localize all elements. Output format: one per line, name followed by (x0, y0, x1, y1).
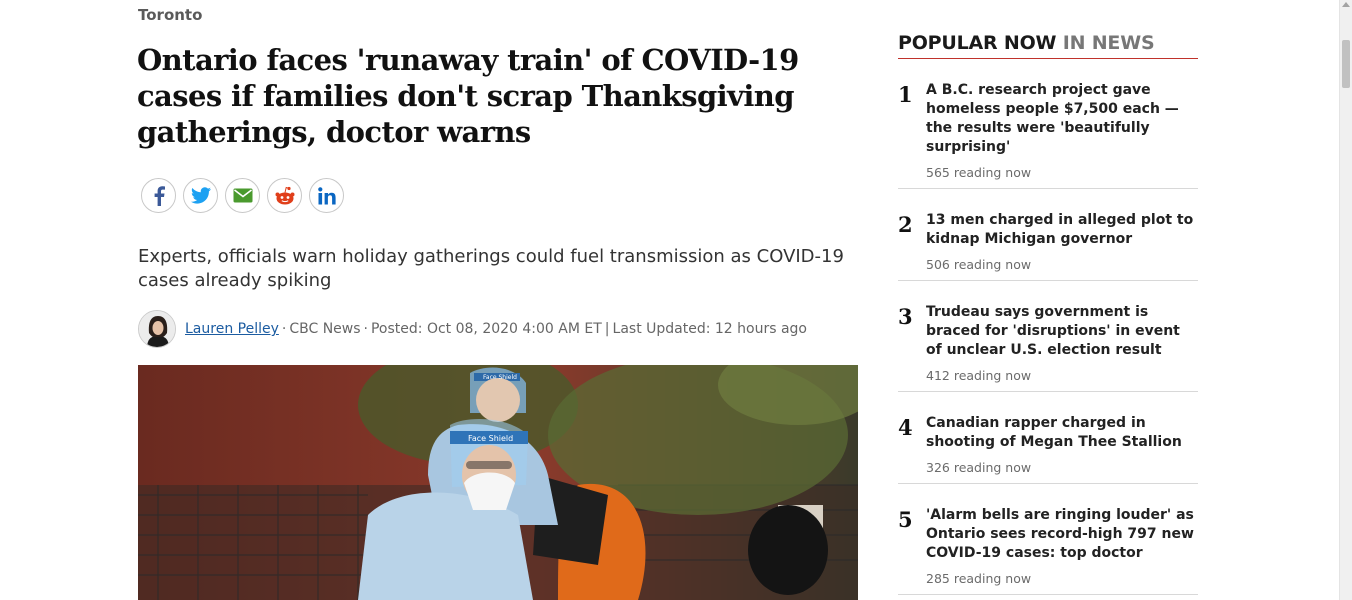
face-shield-label: Face Shield (483, 374, 517, 381)
popular-item[interactable]: 3 Trudeau says government is braced for … (898, 281, 1198, 392)
popular-item[interactable]: 4 Canadian rapper charged in shooting of… (898, 392, 1198, 484)
share-twitter-button[interactable] (183, 178, 218, 213)
share-bar (141, 178, 344, 213)
byline-posted: Posted: Oct 08, 2020 4:00 AM ET (370, 321, 602, 337)
byline-updated: Last Updated: 12 hours ago (612, 321, 807, 337)
popular-item-reading: 506 reading now (926, 257, 1032, 272)
popular-item[interactable]: 2 13 men charged in alleged plot to kidn… (898, 189, 1198, 281)
popular-item-headline[interactable]: Trudeau says government is braced for 'd… (926, 303, 1198, 360)
byline: Lauren Pelley · CBC News · Posted: Oct 0… (138, 310, 807, 348)
email-icon (233, 188, 253, 203)
popular-item-headline[interactable]: 13 men charged in alleged plot to kidnap… (926, 211, 1198, 249)
popular-item[interactable]: 5 'Alarm bells are ringing louder' as On… (898, 484, 1198, 595)
popular-item-headline[interactable]: Canadian rapper charged in shooting of M… (926, 414, 1198, 452)
popular-item[interactable]: 1 A B.C. research project gave homeless … (898, 59, 1198, 189)
popular-item-rank: 1 (898, 82, 913, 107)
share-linkedin-button[interactable] (309, 178, 344, 213)
popular-item-rank: 2 (898, 212, 913, 237)
popular-now-title: POPULAR NOW IN NEWS (898, 32, 1198, 59)
section-link[interactable]: Toronto (138, 6, 202, 24)
article-dek: Experts, officials warn holiday gatherin… (138, 246, 844, 291)
popular-now-heading: POPULAR NOW (898, 32, 1057, 54)
popular-item-reading: 412 reading now (926, 368, 1032, 383)
popular-item-reading: 326 reading now (926, 460, 1032, 475)
facebook-icon (153, 185, 165, 206)
scrollbar-thumb[interactable] (1342, 40, 1350, 88)
popular-item-reading: 565 reading now (926, 165, 1032, 180)
byline-separator: · (281, 321, 287, 337)
popular-now-sidebar: POPULAR NOW IN NEWS 1 A B.C. research pr… (898, 32, 1198, 595)
byline-outlet: CBC News (289, 321, 361, 337)
share-email-button[interactable] (225, 178, 260, 213)
popular-now-list: 1 A B.C. research project gave homeless … (898, 59, 1198, 595)
byline-separator: | (604, 321, 610, 337)
byline-separator: · (363, 321, 368, 337)
popular-item-reading: 285 reading now (926, 571, 1032, 586)
share-reddit-button[interactable] (267, 178, 302, 213)
linkedin-icon (317, 186, 336, 205)
twitter-icon (190, 187, 211, 204)
popular-item-rank: 5 (898, 507, 913, 532)
article-headline: Ontario faces 'runaway train' of COVID-1… (137, 43, 799, 149)
popular-now-accent: IN NEWS (1062, 32, 1155, 54)
popular-item-headline[interactable]: A B.C. research project gave homeless pe… (926, 81, 1198, 157)
author-avatar[interactable] (138, 310, 176, 348)
reddit-icon (274, 186, 296, 206)
face-shield-label: Face Shield (468, 434, 513, 443)
popular-item-headline[interactable]: 'Alarm bells are ringing louder' as Onta… (926, 506, 1198, 563)
author-link[interactable]: Lauren Pelley (185, 321, 279, 337)
popular-item-rank: 4 (898, 415, 913, 440)
share-facebook-button[interactable] (141, 178, 176, 213)
scroll-up-arrow-icon[interactable] (1342, 2, 1350, 7)
hero-image[interactable]: Face Shield Face Shield (138, 365, 858, 600)
page-scrollbar[interactable] (1339, 0, 1352, 600)
popular-item-rank: 3 (898, 304, 913, 329)
